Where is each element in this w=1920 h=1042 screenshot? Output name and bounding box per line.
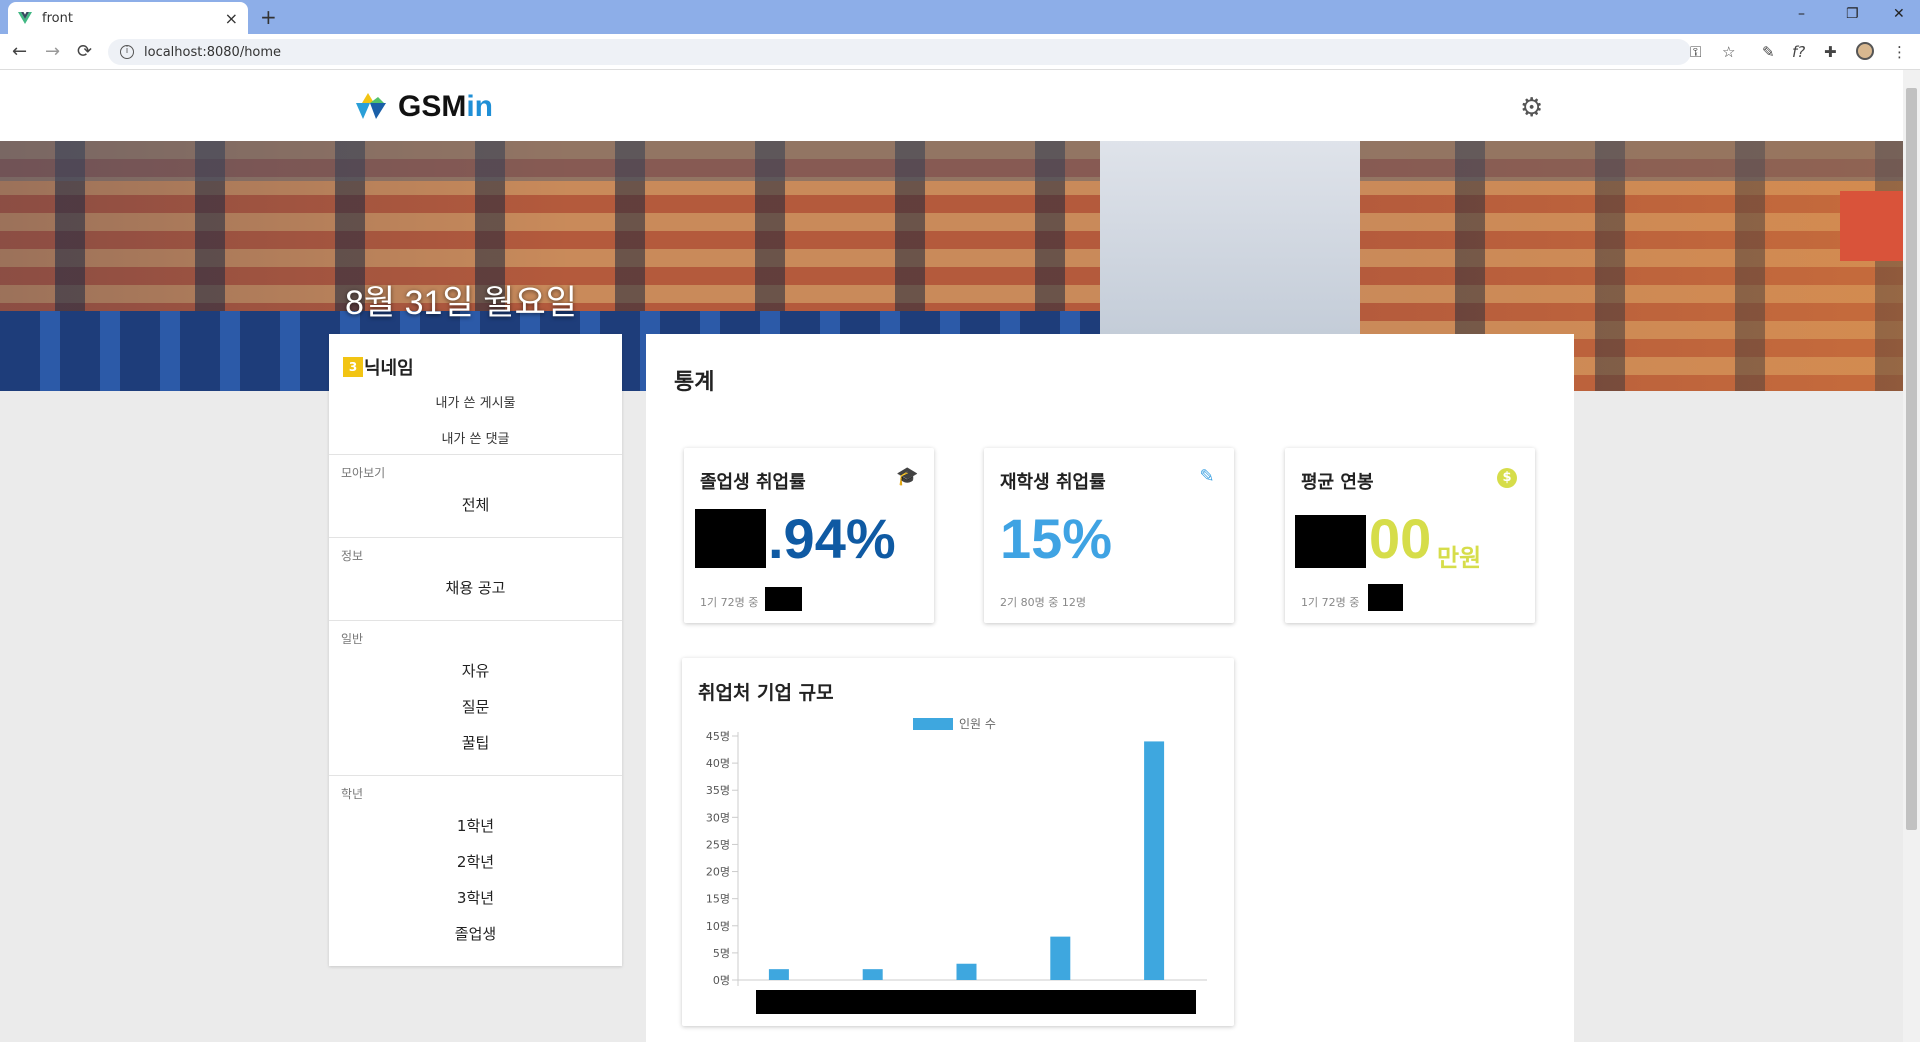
vue-logo-icon [18,12,32,24]
section-label-general: 일반 [341,632,364,646]
browser-tab[interactable]: front × [8,2,248,34]
company-size-chart-card: 취업처 기업 규모 인원 수 0명 5명 10명 15명 20명 25명 30명 35명 40명 4… [682,658,1234,1026]
y-tick-label: 15명 [706,893,730,906]
sidebar-item-question[interactable]: 질문 [329,696,622,717]
address-bar[interactable]: i localhost:8080/home [108,39,1691,65]
card-title: 재학생 취업률 [1000,472,1106,493]
star-icon[interactable]: ☆ [1722,43,1735,61]
legend-swatch [913,718,953,730]
graduate-rate-value: .94% [768,507,896,570]
sidebar: 3 닉네임 내가 쓴 게시물 내가 쓴 댓글 모아보기 전체 정보 채용 공고 … [329,334,622,966]
minimize-button[interactable]: – [1798,6,1805,22]
url-text: localhost:8080/home [144,44,282,60]
forward-button[interactable]: → [45,41,60,62]
redacted-category-labels [756,990,1196,1014]
eyedropper-icon[interactable]: ✎ [1762,43,1775,61]
card-subtext: 1기 72명 중 [700,596,759,609]
my-comments-link[interactable]: 내가 쓴 댓글 [329,428,622,447]
graduate-employment-card: 졸업생 취업률 🎓 .94% 1기 72명 중 [684,448,934,623]
redacted-value [1295,515,1366,568]
bar [862,969,883,980]
sidebar-section-divider [329,620,622,621]
tab-title: front [42,10,73,26]
gear-icon[interactable]: ⚙ [1520,93,1543,123]
logo-text-gsm: GSM [398,90,467,123]
student-employment-card: 재학생 취업률 ✎ 15% 2기 80명 중 12명 [984,448,1234,623]
key-icon[interactable]: ⚿ [1690,43,1701,61]
back-button[interactable]: ← [12,41,27,62]
banner-sign [1840,191,1903,261]
sidebar-section-divider [329,537,622,538]
y-tick-label: 10명 [706,920,730,933]
sidebar-item-graduates[interactable]: 졸업생 [329,923,622,944]
logo-mark-icon [356,93,386,119]
restore-button[interactable]: ❐ [1846,6,1859,22]
close-window-button[interactable]: ✕ [1893,6,1905,22]
browser-tab-bar [0,0,1920,34]
y-tick-label: 35명 [706,784,730,797]
chart-title: 취업처 기업 규모 [698,682,834,704]
bar [1144,741,1165,980]
y-tick-label: 45명 [706,730,730,743]
card-title: 평균 연봉 [1301,472,1374,493]
sidebar-item-job-postings[interactable]: 채용 공고 [329,577,622,598]
grade-badge: 3 [343,357,363,377]
legend-label: 인원 수 [959,718,996,731]
banner-roofline [0,141,1903,181]
stats-panel: 통계 졸업생 취업률 🎓 .94% 1기 72명 중 재학생 취업률 ✎ 15%… [646,334,1574,1042]
y-tick-label: 40명 [706,757,730,770]
formula-icon[interactable]: f? [1792,43,1805,61]
sidebar-item-tips[interactable]: 꿀팁 [329,732,622,753]
sidebar-item-grade-3[interactable]: 3학년 [329,887,622,908]
user-row: 3 닉네임 [343,354,414,380]
scrollbar-thumb[interactable] [1906,88,1917,830]
new-tab-button[interactable]: + [260,6,277,28]
average-salary-card: 평균 연봉 $ 00 만원 1기 72명 중 [1285,448,1535,623]
card-subtext: 1기 72명 중 [1301,596,1360,609]
section-label-grade: 학년 [341,787,364,801]
y-tick-label: 20명 [706,866,730,879]
sidebar-item-grade-2[interactable]: 2학년 [329,851,622,872]
redacted-value [695,509,766,568]
salary-value: 00 [1369,507,1432,570]
graduation-cap-icon: 🎓 [896,466,919,487]
y-tick-label: 25명 [706,838,730,851]
puzzle-icon[interactable]: ✚ [1824,43,1837,61]
reload-button[interactable]: ⟳ [77,41,92,62]
company-size-chart: 인원 수 0명 5명 10명 15명 20명 25명 30명 35명 40명 45명 [706,718,1207,1014]
my-posts-link[interactable]: 내가 쓴 게시물 [329,392,622,411]
section-label-info: 정보 [341,549,364,563]
redacted-count [765,587,802,611]
y-tick-label: 0명 [713,974,730,987]
card-subtext: 2기 80명 중 12명 [1000,596,1086,609]
banner-date: 8월 31일 월요일 [345,284,578,322]
stats-title: 통계 [674,370,715,395]
kebab-menu-icon[interactable]: ⋮ [1892,43,1907,61]
site-header [0,70,1903,141]
site-info-icon[interactable]: i [120,45,134,59]
username[interactable]: 닉네임 [364,354,414,380]
sidebar-item-grade-1[interactable]: 1학년 [329,815,622,836]
student-rate-value: 15% [1000,507,1113,570]
card-title: 졸업생 취업률 [700,472,806,493]
bar [956,963,977,980]
logo-text-in: in [466,90,494,123]
sidebar-section-divider [329,454,622,455]
site-logo[interactable]: GSM in [354,90,493,124]
sidebar-item-free[interactable]: 자유 [329,660,622,681]
salary-unit: 만원 [1437,545,1482,572]
redacted-count [1368,584,1403,611]
section-label-collection: 모아보기 [341,466,386,480]
tab-close-icon[interactable]: × [225,9,238,28]
dollar-coin-icon: $ [1497,468,1517,488]
pencil-icon: ✎ [1199,466,1215,487]
sidebar-item-all[interactable]: 전체 [329,494,622,515]
profile-avatar[interactable] [1856,42,1874,60]
y-tick-label: 30명 [706,811,730,824]
bar [1050,936,1071,980]
bar [768,969,789,980]
sidebar-section-divider [329,775,622,776]
y-tick-label: 5명 [713,947,730,960]
